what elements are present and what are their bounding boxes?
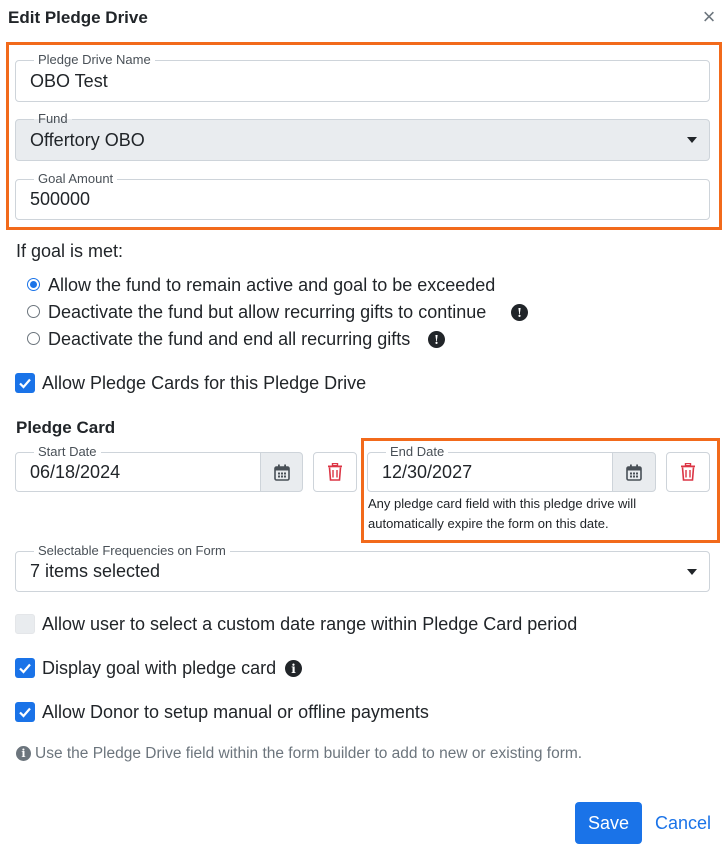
chevron-down-icon (687, 568, 697, 575)
end-date-help-text: Any pledge card field with this pledge d… (368, 496, 637, 531)
radio-deactivate-end[interactable] (27, 332, 40, 345)
calendar-icon (273, 464, 290, 481)
info-icon[interactable]: i (285, 660, 302, 677)
pledge-card-heading: Pledge Card (16, 418, 116, 437)
check-icon (19, 663, 31, 674)
start-date-calendar-button[interactable] (260, 452, 303, 492)
frequencies-value: 7 items selected (30, 561, 161, 581)
fund-select[interactable]: Fund Offertory OBO (15, 111, 710, 161)
custom-range-label[interactable]: Allow user to select a custom date range… (42, 614, 577, 635)
start-date-delete-button[interactable] (313, 452, 357, 492)
calendar-icon (626, 464, 642, 481)
radio-deactivate-continue[interactable] (27, 305, 40, 318)
display-goal-label[interactable]: Display goal with pledge card (42, 658, 276, 679)
info-icon[interactable]: ! (428, 331, 445, 348)
fund-value: Offertory OBO (30, 129, 145, 150)
custom-range-checkbox[interactable] (15, 614, 35, 634)
check-icon (19, 707, 31, 718)
cancel-button[interactable]: Cancel (655, 802, 711, 844)
frequencies-select[interactable]: Selectable Frequencies on Form 7 items s… (15, 543, 710, 592)
radio-deactivate-continue-label[interactable]: Deactivate the fund but allow recurring … (48, 302, 486, 323)
end-date-field[interactable]: End Date 12/30/2027 (367, 444, 613, 492)
end-date-value: 12/30/2027 (382, 461, 473, 482)
save-button[interactable]: Save (575, 802, 642, 844)
check-icon (19, 378, 31, 389)
manual-payments-label[interactable]: Allow Donor to setup manual or offline p… (42, 702, 429, 723)
pledge-drive-name-field[interactable]: Pledge Drive Name OBO Test (15, 52, 710, 102)
radio-deactivate-end-label[interactable]: Deactivate the fund and end all recurrin… (48, 329, 410, 350)
trash-icon (681, 463, 695, 481)
manual-payments-checkbox[interactable] (15, 702, 35, 722)
end-date-calendar-button[interactable] (612, 452, 656, 492)
pledge-drive-name-value: OBO Test (30, 70, 108, 91)
allow-pledge-cards-label[interactable]: Allow Pledge Cards for this Pledge Drive (42, 373, 366, 394)
display-goal-checkbox[interactable] (15, 658, 35, 678)
info-icon[interactable]: ! (511, 304, 528, 321)
trash-icon (328, 463, 342, 481)
dialog-title: Edit Pledge Drive (8, 8, 148, 27)
radio-remain-active[interactable] (27, 278, 40, 291)
note-info-icon: i (16, 746, 31, 761)
start-date-field[interactable]: Start Date 06/18/2024 (15, 444, 261, 492)
goal-amount-value: 500000 (30, 189, 91, 209)
close-icon[interactable]: × (700, 6, 718, 28)
goal-met-heading: If goal is met: (16, 241, 124, 261)
allow-pledge-cards-checkbox[interactable] (15, 373, 35, 393)
end-date-delete-button[interactable] (666, 452, 710, 492)
goal-amount-field[interactable]: Goal Amount 500000 (15, 171, 710, 220)
note-text: Use the Pledge Drive field within the fo… (35, 745, 583, 762)
radio-remain-active-label[interactable]: Allow the fund to remain active and goal… (48, 275, 495, 296)
start-date-value: 06/18/2024 (30, 461, 121, 482)
chevron-down-icon (687, 137, 697, 143)
